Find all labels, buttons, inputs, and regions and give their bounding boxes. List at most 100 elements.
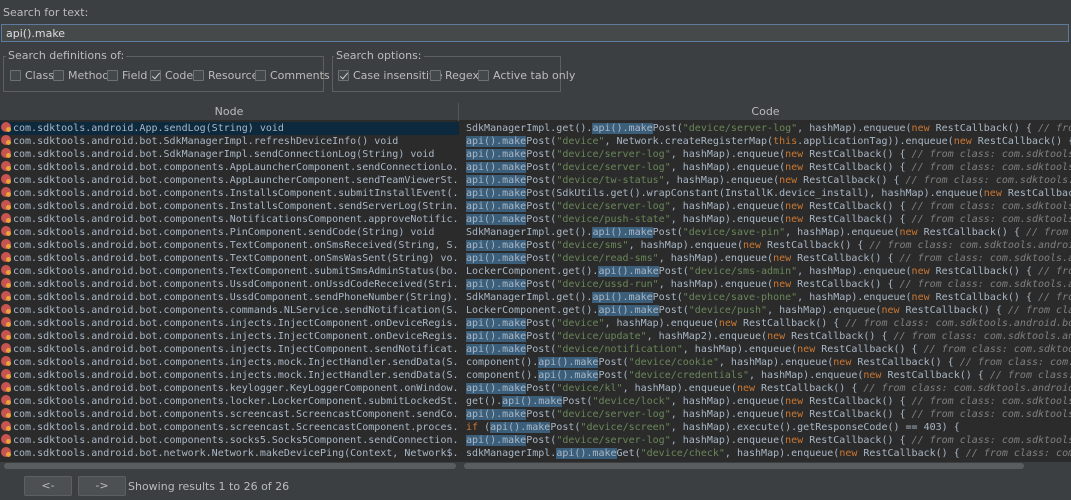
table-row[interactable]: com.sdktools.android.bot.components.inje… — [0, 317, 1071, 330]
table-row[interactable]: com.sdktools.android.bot.components.AppL… — [0, 161, 1071, 174]
code-cell: api().makePost("device", Network.createR… — [466, 136, 1071, 147]
results-status-text: Showing results 1 to 26 of 26 — [128, 480, 290, 493]
column-header-node[interactable]: Node — [0, 103, 459, 121]
code-cell: api().makePost("device/push-state", hash… — [466, 214, 1071, 225]
code-cell: api().makePost("device/notification", ha… — [466, 344, 1071, 355]
checkbox-resource[interactable]: Resource — [193, 69, 258, 82]
code-cell: sdkManagerImpl.api().makeGet("device/che… — [466, 448, 1071, 459]
node-text: com.sdktools.android.bot.components.Text… — [13, 253, 459, 264]
table-row[interactable]: com.sdktools.android.bot.SdkManagerImpl.… — [0, 135, 1071, 148]
next-page-button[interactable]: -> — [78, 476, 126, 496]
results-table: Node Code com.sdktools.android.App.sendL… — [0, 103, 1071, 463]
scrollbar-thumb-code[interactable] — [464, 463, 1024, 469]
node-text: com.sdktools.android.bot.components.inje… — [13, 370, 459, 381]
node-text: com.sdktools.android.bot.SdkManagerImpl.… — [13, 149, 435, 160]
checkbox-field[interactable]: Field — [107, 69, 147, 82]
node-text: com.sdktools.android.bot.components.Inst… — [13, 188, 459, 199]
node-text: com.sdktools.android.bot.components.AppL… — [13, 175, 459, 186]
table-row[interactable]: com.sdktools.android.bot.components.inje… — [0, 330, 1071, 343]
node-text: com.sdktools.android.bot.components.inje… — [13, 344, 459, 355]
code-cell: LockerComponent.get().api().makePost("de… — [466, 305, 1071, 316]
code-cell: SdkManagerImpl.get().api().makePost("dev… — [466, 292, 1071, 303]
scrollbar-thumb-node[interactable] — [4, 463, 456, 469]
checkbox-icon — [107, 70, 118, 81]
method-icon — [1, 330, 11, 340]
table-row[interactable]: com.sdktools.android.bot.components.Noti… — [0, 213, 1071, 226]
search-input[interactable] — [1, 24, 1069, 42]
previous-page-button[interactable]: <- — [24, 476, 72, 496]
footer-bar: <- -> Showing results 1 to 26 of 26 — [0, 472, 1071, 500]
node-text: com.sdktools.android.bot.network.Network… — [13, 448, 459, 459]
search-options-group-title: Search options: — [334, 49, 424, 62]
table-row[interactable]: com.sdktools.android.bot.components.Inst… — [0, 200, 1071, 213]
code-cell: api().makePost("device/server-log", hash… — [466, 409, 1071, 420]
checkbox-case-insensitive[interactable]: Case insensitive — [338, 69, 442, 82]
node-text: com.sdktools.android.bot.components.keyl… — [13, 383, 459, 394]
table-row[interactable]: com.sdktools.android.bot.network.Network… — [0, 447, 1071, 460]
node-cell: com.sdktools.android.bot.components.Noti… — [0, 213, 459, 226]
table-row[interactable]: com.sdktools.android.bot.components.PinC… — [0, 226, 1071, 239]
node-cell: com.sdktools.android.bot.components.inje… — [0, 317, 459, 330]
table-row[interactable]: com.sdktools.android.bot.components.Inst… — [0, 187, 1071, 200]
checkbox-regex[interactable]: Regex — [430, 69, 479, 82]
node-cell: com.sdktools.android.bot.components.Ussd… — [0, 278, 459, 291]
node-text: com.sdktools.android.bot.components.comm… — [13, 305, 459, 316]
table-row[interactable]: com.sdktools.android.bot.components.Ussd… — [0, 278, 1071, 291]
node-text: com.sdktools.android.bot.SdkManagerImpl.… — [13, 136, 399, 147]
method-icon — [1, 265, 11, 275]
checkbox-active-tab-only[interactable]: Active tab only — [478, 69, 575, 82]
code-cell: api().makePost("device/update", hashMap2… — [466, 331, 1071, 342]
table-row[interactable]: com.sdktools.android.bot.components.Text… — [0, 239, 1071, 252]
node-cell: com.sdktools.android.bot.components.AppL… — [0, 161, 459, 174]
table-row[interactable]: com.sdktools.android.bot.components.inje… — [0, 356, 1071, 369]
checkbox-comments[interactable]: Comments — [255, 69, 330, 82]
checkbox-label: Regex — [445, 69, 479, 82]
table-row[interactable]: com.sdktools.android.bot.components.Text… — [0, 252, 1071, 265]
code-cell: api().makePost("device/server-log", hash… — [466, 201, 1071, 212]
node-text: com.sdktools.android.bot.components.lock… — [13, 396, 459, 407]
table-row[interactable]: com.sdktools.android.bot.components.comm… — [0, 304, 1071, 317]
table-row[interactable]: com.sdktools.android.bot.components.keyl… — [0, 382, 1071, 395]
node-cell: com.sdktools.android.bot.components.scre… — [0, 408, 459, 421]
table-row[interactable]: com.sdktools.android.bot.components.inje… — [0, 343, 1071, 356]
table-row[interactable]: com.sdktools.android.bot.components.Text… — [0, 265, 1071, 278]
table-row[interactable]: com.sdktools.android.bot.components.sock… — [0, 434, 1071, 447]
table-rows: com.sdktools.android.App.sendLog(String)… — [0, 122, 1071, 460]
checkbox-icon — [478, 70, 489, 81]
node-cell: com.sdktools.android.bot.SdkManagerImpl.… — [0, 135, 459, 148]
table-row[interactable]: com.sdktools.android.bot.components.inje… — [0, 369, 1071, 382]
checkbox-icon — [255, 70, 266, 81]
code-cell: api().makePost("device/server-log", hash… — [466, 435, 1071, 446]
node-cell: com.sdktools.android.bot.network.Network… — [0, 447, 459, 460]
code-cell: api().makePost(SdkUtils.get().wrapConsta… — [466, 188, 1071, 199]
checkbox-method[interactable]: Method — [53, 69, 109, 82]
table-row[interactable]: com.sdktools.android.App.sendLog(String)… — [0, 122, 1071, 135]
method-icon — [1, 395, 11, 405]
node-text: com.sdktools.android.bot.components.AppL… — [13, 162, 459, 173]
table-row[interactable]: com.sdktools.android.bot.components.AppL… — [0, 174, 1071, 187]
table-row[interactable]: com.sdktools.android.bot.components.scre… — [0, 421, 1071, 434]
code-cell: api().makePost("device/kl", hashMap).enq… — [466, 383, 1071, 394]
table-row[interactable]: com.sdktools.android.bot.SdkManagerImpl.… — [0, 148, 1071, 161]
checkbox-code[interactable]: Code — [150, 69, 193, 82]
horizontal-scrollbar[interactable] — [0, 462, 1071, 470]
checkbox-icon — [338, 70, 349, 81]
table-row[interactable]: com.sdktools.android.bot.components.lock… — [0, 395, 1071, 408]
code-cell: component().api().makePost("device/crede… — [466, 370, 1071, 381]
checkbox-icon — [150, 70, 161, 81]
method-icon — [1, 356, 11, 366]
node-text: com.sdktools.android.bot.components.Text… — [13, 240, 459, 251]
node-text: com.sdktools.android.bot.components.sock… — [13, 435, 459, 446]
table-row[interactable]: com.sdktools.android.bot.components.scre… — [0, 408, 1071, 421]
node-cell: com.sdktools.android.bot.components.keyl… — [0, 382, 459, 395]
node-text: com.sdktools.android.bot.components.scre… — [13, 409, 459, 420]
checkbox-class[interactable]: Class — [10, 69, 54, 82]
table-row[interactable]: com.sdktools.android.bot.components.Ussd… — [0, 291, 1071, 304]
method-icon — [1, 213, 11, 223]
node-cell: com.sdktools.android.bot.components.Text… — [0, 265, 459, 278]
node-cell: com.sdktools.android.bot.SdkManagerImpl.… — [0, 148, 459, 161]
node-cell: com.sdktools.android.App.sendLog(String)… — [0, 122, 459, 135]
column-header-code[interactable]: Code — [460, 103, 1071, 121]
method-icon — [1, 200, 11, 210]
node-text: com.sdktools.android.bot.components.Inst… — [13, 201, 459, 212]
